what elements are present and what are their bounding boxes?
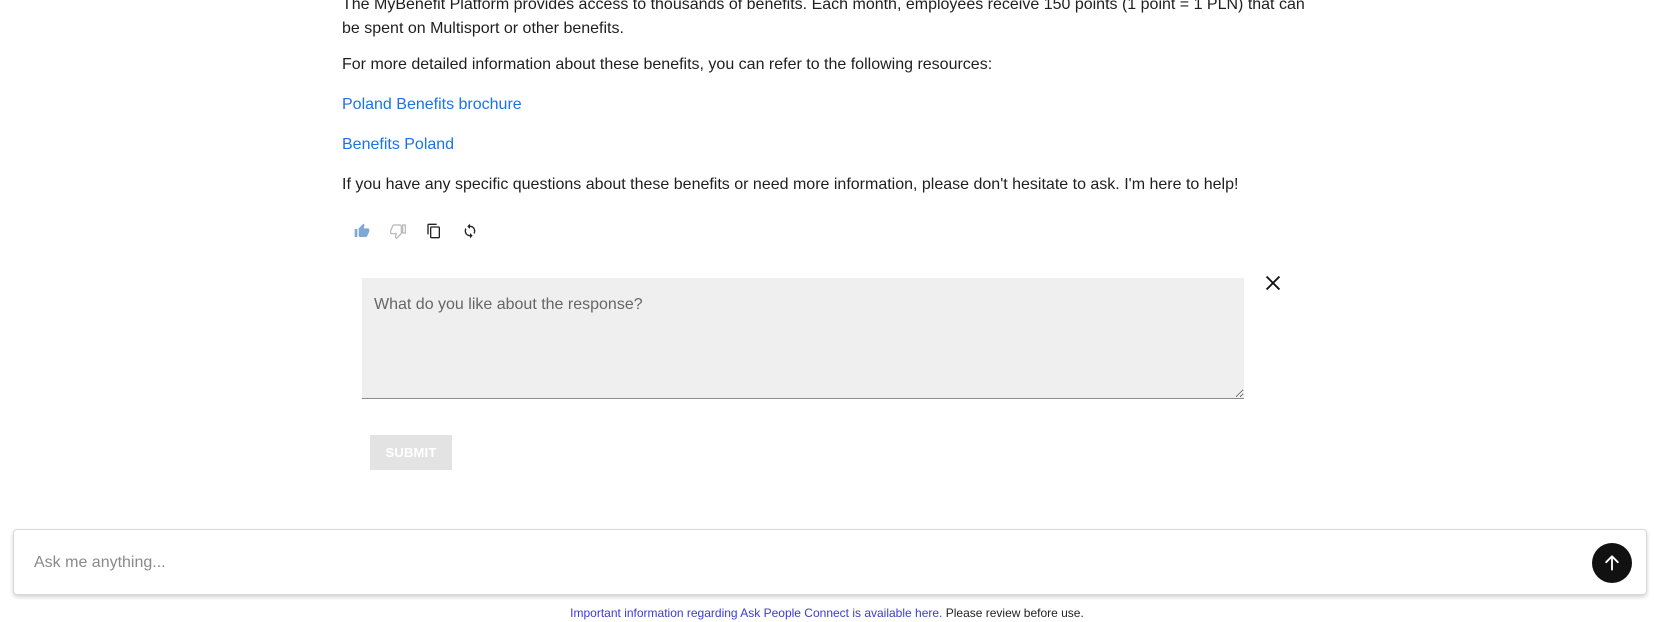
footer-disclaimer: Important information regarding Ask Peop…	[0, 605, 1654, 621]
copy-icon	[427, 223, 440, 239]
submit-feedback-button[interactable]: SUBMIT	[370, 435, 452, 470]
thumbs-up-button[interactable]	[350, 220, 374, 242]
regenerate-button[interactable]	[458, 220, 482, 242]
important-information-link[interactable]: Important information regarding Ask Peop…	[570, 606, 942, 620]
close-feedback-button[interactable]	[1262, 272, 1284, 294]
close-icon	[1265, 275, 1281, 291]
send-button[interactable]	[1592, 543, 1632, 583]
chat-input[interactable]	[32, 530, 1566, 596]
response-paragraph-resources: For more detailed information about thes…	[342, 56, 993, 73]
link-poland-benefits-brochure[interactable]: Poland Benefits brochure	[342, 93, 522, 117]
feedback-box	[362, 278, 1244, 399]
thumbs-down-icon	[390, 224, 406, 239]
thumbs-up-icon	[354, 223, 370, 237]
feedback-textarea[interactable]	[362, 278, 1244, 398]
review-note: Please review before use.	[945, 606, 1084, 620]
chat-input-bar	[13, 529, 1647, 596]
response-actions	[350, 220, 482, 242]
link-benefits-poland[interactable]: Benefits Poland	[342, 133, 454, 157]
response-paragraph-help: If you have any specific questions about…	[342, 176, 1239, 193]
regenerate-icon	[464, 223, 476, 239]
arrow-up-icon	[1605, 555, 1619, 571]
thumbs-down-button[interactable]	[386, 220, 410, 242]
copy-button[interactable]	[422, 220, 446, 242]
response-paragraph-intro: The MyBenefit Platform provides access t…	[342, 0, 1305, 37]
